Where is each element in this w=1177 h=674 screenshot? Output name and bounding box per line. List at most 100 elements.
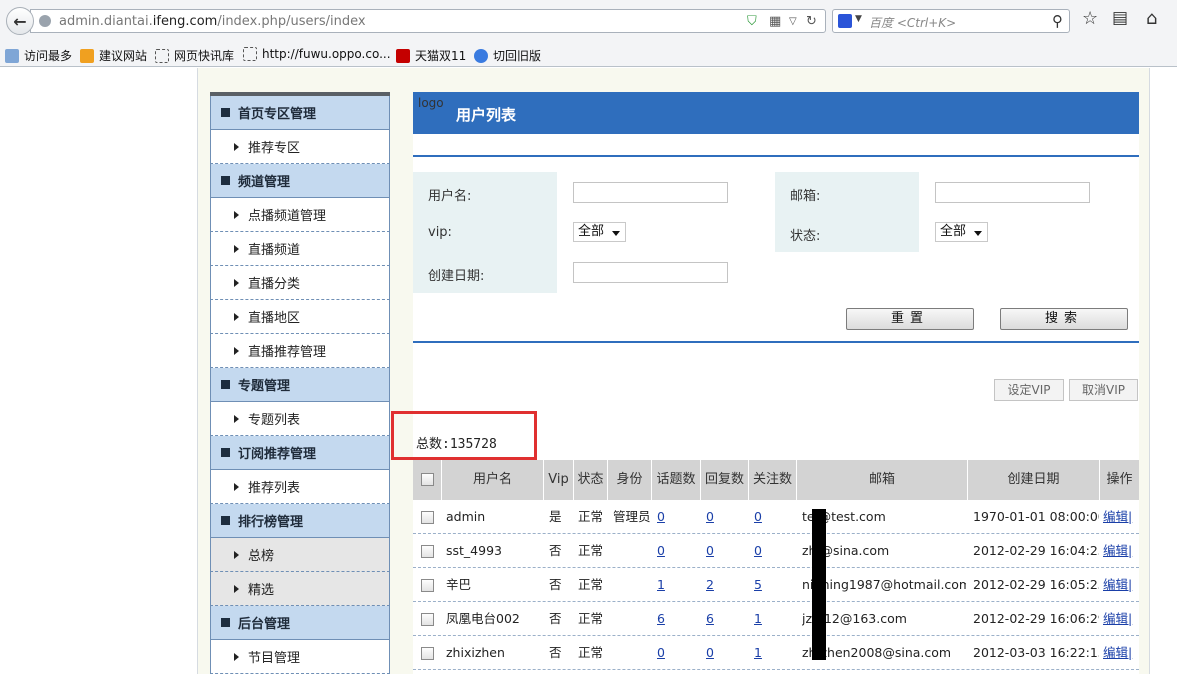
sidebar-item-program-management[interactable]: 节目管理 <box>210 640 390 674</box>
sidebar-item-topic-list[interactable]: 专题列表 <box>210 402 390 436</box>
swirl-icon <box>474 48 488 63</box>
header-email[interactable]: 邮箱 <box>797 460 968 500</box>
reload-icon[interactable]: ↻ <box>806 14 817 29</box>
cell-role <box>613 636 653 670</box>
row-checkbox[interactable] <box>421 511 434 524</box>
topics-link[interactable]: 6 <box>657 611 665 626</box>
edit-link[interactable]: 编辑| <box>1103 645 1132 660</box>
replies-link[interactable]: 0 <box>706 509 714 524</box>
status-select[interactable]: 全部 <box>935 222 988 242</box>
sidebar-group-backend[interactable]: 后台管理 <box>210 606 390 640</box>
set-vip-button[interactable]: 设定VIP <box>994 379 1064 401</box>
sidebar-item-recommend-list[interactable]: 推荐列表 <box>210 470 390 504</box>
row-checkbox[interactable] <box>421 613 434 626</box>
baidu-engine-icon[interactable] <box>838 14 852 28</box>
bookmark-web-slices[interactable]: 网页快讯库 <box>155 47 234 64</box>
sidebar-group-subscription[interactable]: 订阅推荐管理 <box>210 436 390 470</box>
follows-link[interactable]: 5 <box>754 577 762 592</box>
reset-button[interactable]: 重置 <box>846 308 974 330</box>
cell-created: 2012-02-29 16:04:25 <box>973 543 1099 558</box>
header-topics[interactable]: 话题数 <box>652 460 701 500</box>
reading-list-icon[interactable]: ▤ <box>1112 8 1128 28</box>
replies-link[interactable]: 6 <box>706 611 714 626</box>
edit-link[interactable]: 编辑| <box>1103 509 1132 524</box>
header-username[interactable]: 用户名 <box>442 460 544 500</box>
header-replies[interactable]: 回复数 <box>701 460 749 500</box>
bulb-icon <box>80 48 94 63</box>
triangle-bullet-icon <box>234 584 239 593</box>
edit-link[interactable]: 编辑| <box>1103 611 1132 626</box>
engine-dropdown-icon[interactable]: ▼ <box>855 14 862 24</box>
row-checkbox[interactable] <box>421 545 434 558</box>
email-input[interactable] <box>935 182 1090 203</box>
sidebar-item-live-recommend[interactable]: 直播推荐管理 <box>210 334 390 368</box>
row-checkbox[interactable] <box>421 579 434 592</box>
search-bar[interactable]: ▼ 百度 <Ctrl+K> ⚲ <box>832 9 1070 33</box>
cell-username: sst_4993 <box>446 543 502 558</box>
replies-link[interactable]: 0 <box>706 645 714 660</box>
topics-link[interactable]: 0 <box>657 645 665 660</box>
sidebar-group-ranking[interactable]: 排行榜管理 <box>210 504 390 538</box>
qr-code-icon[interactable]: ▦ <box>769 14 781 29</box>
replies-link[interactable]: 2 <box>706 577 714 592</box>
url-bar[interactable]: admin.diantai.ifeng.com/index.php/users/… <box>30 9 826 33</box>
header-status[interactable]: 状态 <box>574 460 608 500</box>
sidebar-item-vod-channel[interactable]: 点播频道管理 <box>210 198 390 232</box>
sidebar-group-channel[interactable]: 频道管理 <box>210 164 390 198</box>
shield-icon[interactable]: ⛉ <box>747 14 757 29</box>
follows-link[interactable]: 0 <box>754 543 762 558</box>
topics-link[interactable]: 0 <box>657 543 665 558</box>
sidebar-item-featured[interactable]: 精选 <box>210 572 390 606</box>
chevron-down-icon <box>612 231 620 236</box>
follows-link[interactable]: 0 <box>754 509 762 524</box>
search-button[interactable]: 搜索 <box>1000 308 1128 330</box>
dropdown-arrow-icon[interactable]: ▽ <box>789 16 797 27</box>
bookmark-most-visited[interactable]: 访问最多 <box>5 47 72 64</box>
bookmark-tmall[interactable]: 天猫双11 <box>396 47 466 64</box>
cell-username: zhixizhen <box>446 645 505 660</box>
select-all-checkbox[interactable] <box>421 473 434 486</box>
bookmark-old-version[interactable]: 切回旧版 <box>474 47 541 64</box>
sidebar-item-live-category[interactable]: 直播分类 <box>210 266 390 300</box>
url-text: admin.diantai.ifeng.com/index.php/users/… <box>59 14 366 29</box>
topics-link[interactable]: 0 <box>657 509 665 524</box>
home-icon[interactable]: ⌂ <box>1146 8 1157 29</box>
bookmark-suggested[interactable]: 建议网站 <box>80 47 147 64</box>
triangle-bullet-icon <box>234 278 239 287</box>
cell-role: 管理员 <box>613 509 651 524</box>
sidebar-item-live-region[interactable]: 直播地区 <box>210 300 390 334</box>
cancel-vip-button[interactable]: 取消VIP <box>1069 379 1138 401</box>
page-background <box>0 68 198 674</box>
square-bullet-icon <box>221 448 230 457</box>
username-input[interactable] <box>573 182 728 203</box>
sidebar-group-topic[interactable]: 专题管理 <box>210 368 390 402</box>
triangle-bullet-icon <box>234 550 239 559</box>
vip-select[interactable]: 全部 <box>573 222 626 242</box>
cell-created: 2012-02-29 16:06:29 <box>973 611 1099 626</box>
replies-link[interactable]: 0 <box>706 543 714 558</box>
follows-link[interactable]: 1 <box>754 645 762 660</box>
header-select-all-cell <box>413 460 442 500</box>
sidebar-item-live-channel[interactable]: 直播频道 <box>210 232 390 266</box>
sidebar-group-home-zone[interactable]: 首页专区管理 <box>210 96 390 130</box>
row-checkbox[interactable] <box>421 647 434 660</box>
cell-vip: 是 <box>549 509 562 524</box>
sidebar-item-overall-ranking[interactable]: 总榜 <box>210 538 390 572</box>
bookmark-star-icon[interactable]: ☆ <box>1082 8 1098 29</box>
header-role[interactable]: 身份 <box>608 460 652 500</box>
title-bar: logo 用户列表 <box>413 92 1139 134</box>
header-follows[interactable]: 关注数 <box>749 460 797 500</box>
search-icon[interactable]: ⚲ <box>1052 12 1063 30</box>
sidebar-item-recommend-zone[interactable]: 推荐专区 <box>210 130 390 164</box>
header-created[interactable]: 创建日期 <box>968 460 1100 500</box>
square-bullet-icon <box>221 618 230 627</box>
header-vip[interactable]: Vip <box>544 460 574 500</box>
edit-link[interactable]: 编辑| <box>1103 543 1132 558</box>
follows-link[interactable]: 1 <box>754 611 762 626</box>
back-button[interactable]: ← <box>6 7 34 35</box>
bookmark-oppo[interactable]: http://fuwu.oppo.co... <box>243 47 391 61</box>
created-date-input[interactable] <box>573 262 728 283</box>
dotted-page-icon <box>155 48 169 63</box>
edit-link[interactable]: 编辑| <box>1103 577 1132 592</box>
topics-link[interactable]: 1 <box>657 577 665 592</box>
